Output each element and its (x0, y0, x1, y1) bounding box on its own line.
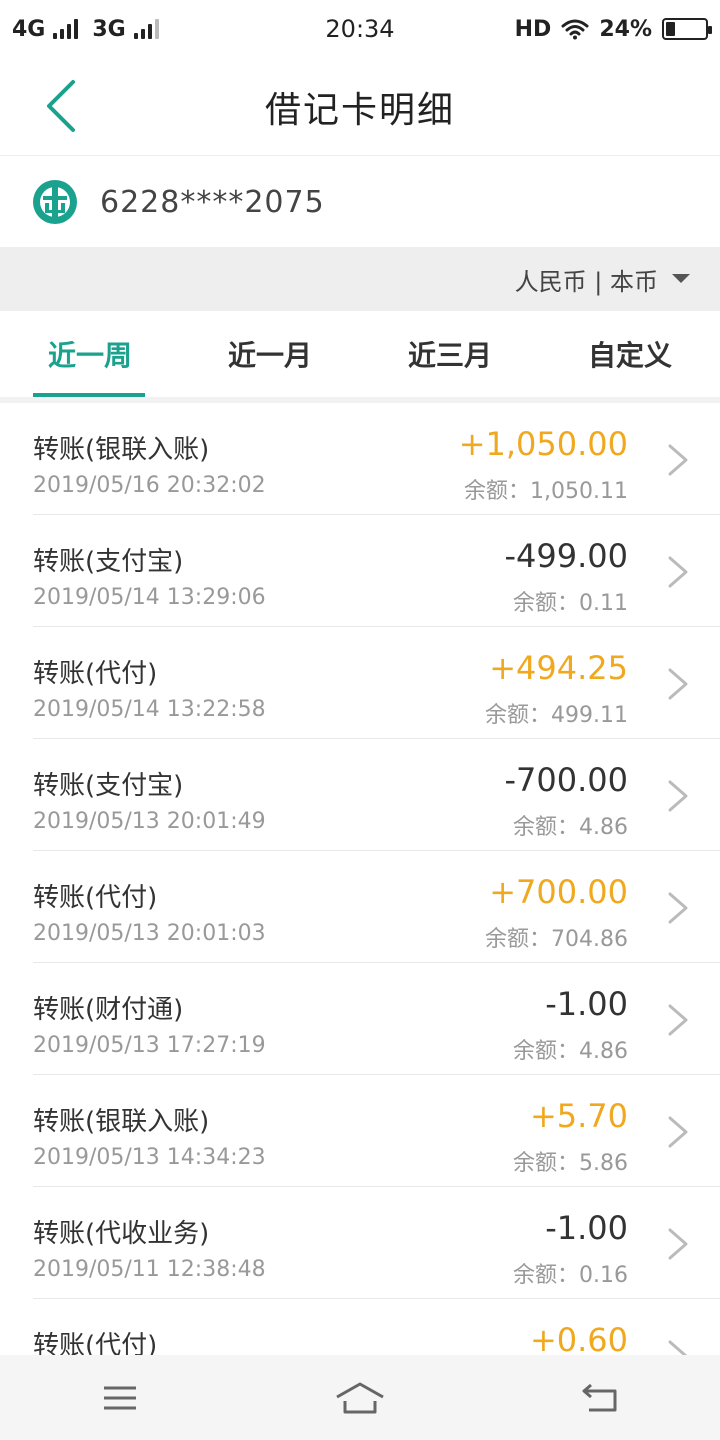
transaction-amount: +5.70 (529, 1097, 628, 1135)
chevron-right-icon (668, 780, 688, 812)
tab-4[interactable]: 自定义 (540, 311, 720, 397)
hd-label: HD (514, 16, 552, 42)
chevron-right-icon (668, 444, 688, 476)
return-icon (582, 1383, 617, 1411)
transaction-time: 2019/05/14 13:29:06 (33, 585, 266, 610)
transaction-title: 转账(财付通) (33, 995, 184, 1025)
transaction-amount: -1.00 (545, 1209, 628, 1247)
transaction-time: 2019/05/13 14:34:23 (33, 1145, 266, 1170)
transaction-balance: 余额：0.11 (513, 591, 628, 616)
transaction-title: 转账(代付) (33, 883, 158, 913)
transaction-title: 转账(银联入账) (33, 1107, 210, 1137)
transaction-row[interactable]: 转账(代付) 2019/05/13 20:01:03 +700.00 余额：704.8… (33, 851, 720, 963)
back-button[interactable] (30, 76, 90, 136)
transaction-row[interactable]: 转账(支付宝) 2019/05/14 13:29:06 -499.00 余额：0.11 (33, 515, 720, 627)
transaction-amount: -499.00 (504, 537, 628, 575)
nav-back-button[interactable] (560, 1368, 640, 1428)
chevron-left-icon (47, 80, 75, 132)
transaction-row[interactable]: 转账(支付宝) 2019/05/13 20:01:49 -700.00 余额：4.86 (33, 739, 720, 851)
transaction-title: 转账(代付) (33, 659, 158, 689)
nav-menu-button[interactable] (80, 1368, 160, 1428)
transaction-row[interactable]: 转账(代收业务) 2019/05/11 12:38:48 -1.00 余额：0.16 (33, 1187, 720, 1299)
transaction-amount: -1.00 (545, 985, 628, 1023)
transaction-amount: -700.00 (504, 761, 628, 799)
tab-1[interactable]: 近一周 (0, 311, 180, 397)
chevron-right-icon (668, 892, 688, 924)
transaction-balance: 余额：1,050.11 (464, 479, 628, 504)
transaction-time: 2019/05/14 13:22:58 (33, 697, 266, 722)
status-right: HD 24% (514, 16, 712, 42)
page-header: 借记卡明细 (0, 58, 720, 156)
card-info-row: 6228****2075 (0, 157, 720, 247)
transaction-title: 转账(代收业务) (33, 1219, 210, 1249)
transaction-balance: 余额：4.86 (513, 1039, 628, 1064)
chevron-right-icon (668, 1004, 688, 1036)
transaction-balance: 余额：4.86 (513, 815, 628, 840)
transaction-row[interactable]: 转账(银联入账) 2019/05/16 20:32:02 +1,050.00 余额：1… (33, 403, 720, 515)
battery-icon (662, 18, 712, 40)
transaction-balance: 余额：0.16 (513, 1263, 628, 1288)
chevron-right-icon (668, 1340, 688, 1355)
transaction-amount: +1,050.00 (458, 425, 628, 463)
battery-percent: 24% (599, 16, 652, 42)
transaction-amount: +0.60 (529, 1321, 628, 1355)
transaction-balance: 余额：499.11 (485, 703, 628, 728)
chevron-right-icon (668, 1228, 688, 1260)
network-4g-label: 4G (12, 16, 46, 42)
menu-icon (104, 1386, 136, 1409)
system-nav-bar (0, 1355, 720, 1440)
transaction-list: 转账(银联入账) 2019/05/16 20:32:02 +1,050.00 余额：1… (0, 403, 720, 1355)
transaction-time: 2019/05/13 17:27:19 (33, 1033, 266, 1058)
signal-3g-icon (133, 19, 159, 39)
caret-down-icon (672, 273, 690, 283)
transaction-time: 2019/05/11 12:38:48 (33, 1257, 266, 1282)
home-icon (336, 1382, 384, 1413)
battery-fill (666, 22, 676, 36)
transaction-row[interactable]: 转账(代付) +0.60 (33, 1299, 720, 1355)
page-title: 借记卡明细 (264, 89, 455, 131)
status-bar: 4G 3G 20:34 HD 24% (0, 0, 720, 58)
period-tabs: 近一周 近一月 近三月 自定义 (0, 311, 720, 403)
signal-4g-icon (53, 19, 79, 39)
nav-home-button[interactable] (320, 1368, 400, 1428)
abc-bank-logo-icon (33, 180, 77, 224)
card-number: 6228****2075 (100, 184, 325, 220)
transaction-time: 2019/05/16 20:32:02 (33, 473, 266, 498)
chevron-right-icon (668, 668, 688, 700)
transaction-time: 2019/05/13 20:01:03 (33, 921, 266, 946)
currency-selector[interactable]: 人民币 | 本币 (0, 247, 720, 311)
currency-label: 人民币 | 本币 (514, 267, 658, 296)
transaction-title: 转账(支付宝) (33, 547, 184, 577)
transaction-row[interactable]: 转账(代付) 2019/05/14 13:22:58 +494.25 余额：499.1… (33, 627, 720, 739)
transaction-time: 2019/05/13 20:01:49 (33, 809, 266, 834)
transaction-row[interactable]: 转账(银联入账) 2019/05/13 14:34:23 +5.70 余额：5.86 (33, 1075, 720, 1187)
transaction-amount: +700.00 (489, 873, 628, 911)
transaction-balance: 余额：5.86 (513, 1151, 628, 1176)
transaction-title: 转账(银联入账) (33, 435, 210, 465)
wifi-icon (561, 19, 589, 40)
transaction-amount: +494.25 (489, 649, 628, 687)
tab-2[interactable]: 近一月 (180, 311, 360, 397)
network-indicators: 4G 3G (12, 17, 165, 42)
chevron-right-icon (668, 1116, 688, 1148)
transaction-title: 转账(支付宝) (33, 771, 184, 801)
transaction-balance: 余额：704.86 (485, 927, 628, 952)
chevron-right-icon (668, 556, 688, 588)
network-3g-label: 3G (92, 16, 126, 42)
transaction-title: 转账(代付) (33, 1331, 158, 1355)
transaction-row[interactable]: 转账(财付通) 2019/05/13 17:27:19 -1.00 余额：4.86 (33, 963, 720, 1075)
tab-3[interactable]: 近三月 (360, 311, 540, 397)
